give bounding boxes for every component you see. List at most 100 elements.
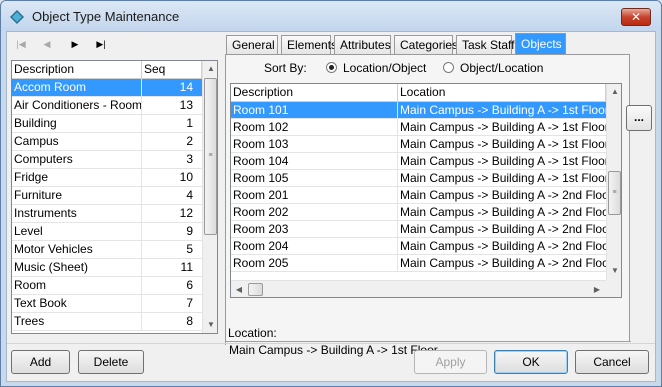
object-description: Room 101 bbox=[231, 102, 398, 118]
table-row[interactable]: Fridge 10 bbox=[12, 169, 202, 187]
ellipsis-button[interactable]: ... bbox=[626, 105, 652, 131]
sort-option-label: Object/Location bbox=[460, 61, 544, 75]
object-type-list-header: Description Seq bbox=[12, 61, 202, 79]
app-icon bbox=[10, 10, 24, 24]
object-type-seq: 7 bbox=[186, 296, 193, 310]
tab-categories[interactable]: Categories bbox=[394, 35, 458, 55]
object-type-description: Level bbox=[12, 223, 142, 240]
table-row[interactable]: Room 102 Main Campus -> Building A -> 1st… bbox=[231, 119, 606, 136]
object-type-description: Furniture bbox=[12, 187, 142, 204]
apply-button[interactable]: Apply bbox=[414, 350, 487, 374]
table-row[interactable]: Furniture 4 bbox=[12, 187, 202, 205]
prev-record-button[interactable]: ◀ bbox=[39, 36, 55, 52]
scroll-down-arrow-icon[interactable]: ▼ bbox=[203, 317, 217, 333]
divider bbox=[7, 343, 655, 344]
object-type-description: Building bbox=[12, 115, 142, 132]
scroll-thumb[interactable]: ≡ bbox=[204, 78, 217, 235]
object-type-maintenance-window: Object Type Maintenance ✕ |◀ ◀ ▶ ▶| Desc… bbox=[0, 0, 662, 387]
scroll-up-arrow-icon[interactable]: ▲ bbox=[203, 61, 217, 77]
object-type-description: Accom Room bbox=[12, 79, 142, 96]
location-label: Location: bbox=[228, 326, 277, 340]
table-row[interactable]: Room 104 Main Campus -> Building A -> 1st… bbox=[231, 153, 606, 170]
object-location: Main Campus -> Building A -> 1st Floor bbox=[400, 137, 606, 151]
next-record-icon: ▶ bbox=[71, 39, 79, 49]
column-header-description[interactable]: Description bbox=[231, 84, 398, 102]
tab-attributes[interactable]: Attributes bbox=[334, 35, 391, 55]
table-row[interactable]: Text Book 7 bbox=[12, 295, 202, 313]
object-type-description: Music (Sheet) bbox=[12, 259, 142, 276]
table-row[interactable]: Level 9 bbox=[12, 223, 202, 241]
object-location: Main Campus -> Building A -> 2nd Floor bbox=[400, 239, 606, 253]
object-location: Main Campus -> Building A -> 1st Floor bbox=[400, 154, 606, 168]
scroll-left-arrow-icon[interactable]: ◀ bbox=[231, 281, 247, 297]
object-type-list-vscroll[interactable]: ▲ ≡ ▼ bbox=[202, 61, 217, 333]
close-button[interactable]: ✕ bbox=[621, 8, 651, 26]
object-type-seq: 10 bbox=[179, 170, 193, 184]
column-header-location[interactable]: Location bbox=[398, 84, 606, 102]
delete-button[interactable]: Delete bbox=[78, 350, 144, 374]
grip-icon: ≡ bbox=[612, 189, 617, 196]
add-button[interactable]: Add bbox=[11, 350, 70, 374]
table-row[interactable]: Instruments 12 bbox=[12, 205, 202, 223]
tab-general[interactable]: General bbox=[226, 35, 278, 55]
object-type-seq: 14 bbox=[179, 80, 193, 94]
scroll-thumb[interactable] bbox=[248, 283, 263, 296]
object-type-description: Instruments bbox=[12, 205, 142, 222]
radio-checked-icon bbox=[326, 62, 337, 73]
table-row[interactable]: Accom Room 14 bbox=[12, 79, 202, 97]
table-row[interactable]: Room 203 Main Campus -> Building A -> 2nd… bbox=[231, 221, 606, 238]
object-type-seq: 11 bbox=[180, 260, 193, 274]
table-row[interactable]: Room 101 Main Campus -> Building A -> 1st… bbox=[231, 102, 606, 119]
scroll-right-arrow-icon[interactable]: ▶ bbox=[589, 281, 605, 297]
scroll-up-arrow-icon[interactable]: ▲ bbox=[607, 84, 621, 100]
prev-record-icon: ◀ bbox=[43, 39, 51, 49]
table-row[interactable]: Room 201 Main Campus -> Building A -> 2nd… bbox=[231, 187, 606, 204]
table-row[interactable]: Campus 2 bbox=[12, 133, 202, 151]
object-description: Room 201 bbox=[231, 187, 398, 203]
object-type-seq: 1 bbox=[186, 116, 193, 130]
column-header-description[interactable]: Description bbox=[12, 61, 142, 79]
table-row[interactable]: Room 205 Main Campus -> Building A -> 2nd… bbox=[231, 255, 606, 272]
object-description: Room 202 bbox=[231, 204, 398, 220]
ok-button[interactable]: OK bbox=[494, 350, 568, 374]
table-row[interactable]: Trees 8 bbox=[12, 313, 202, 331]
cancel-button[interactable]: Cancel bbox=[575, 350, 649, 374]
table-row[interactable]: Music (Sheet) 11 bbox=[12, 259, 202, 277]
sort-option-label: Location/Object bbox=[343, 61, 427, 75]
tab-task-staff[interactable]: Task Staff bbox=[456, 35, 514, 55]
first-record-button[interactable]: |◀ bbox=[13, 36, 29, 52]
table-row[interactable]: Motor Vehicles 5 bbox=[12, 241, 202, 259]
column-header-seq[interactable]: Seq bbox=[142, 61, 202, 79]
objects-grid-vscroll[interactable]: ▲ ≡ ▼ bbox=[606, 84, 621, 280]
scroll-down-arrow-icon[interactable]: ▼ bbox=[607, 263, 621, 279]
table-row[interactable]: Air Conditioners - Room 13 bbox=[12, 97, 202, 115]
object-type-description: Computers bbox=[12, 151, 142, 168]
table-row[interactable]: Room 6 bbox=[12, 277, 202, 295]
table-row[interactable]: Room 105 Main Campus -> Building A -> 1st… bbox=[231, 170, 606, 187]
table-row[interactable]: Room 103 Main Campus -> Building A -> 1st… bbox=[231, 136, 606, 153]
tab-elements[interactable]: Elements bbox=[281, 35, 337, 55]
object-type-description: Air Conditioners - Room bbox=[14, 97, 142, 114]
object-description: Room 205 bbox=[231, 255, 398, 271]
table-row[interactable]: Room 204 Main Campus -> Building A -> 2nd… bbox=[231, 238, 606, 255]
object-description: Room 102 bbox=[231, 119, 398, 135]
objects-grid-header: Description Location bbox=[231, 84, 606, 102]
object-location: Main Campus -> Building A -> 2nd Floor bbox=[400, 256, 606, 270]
scroll-thumb[interactable]: ≡ bbox=[608, 171, 621, 215]
object-type-list: Description Seq Accom Room 14 Air Conditio… bbox=[11, 60, 218, 334]
table-row[interactable]: Computers 3 bbox=[12, 151, 202, 169]
client-area: |◀ ◀ ▶ ▶| Description Seq Accom Room 14 Ai… bbox=[6, 31, 656, 382]
table-row[interactable]: Building 1 bbox=[12, 115, 202, 133]
table-row[interactable]: Room 202 Main Campus -> Building A -> 2nd… bbox=[231, 204, 606, 221]
next-record-button[interactable]: ▶ bbox=[67, 36, 83, 52]
objects-grid-hscroll[interactable]: ◀ ▶ bbox=[231, 280, 606, 297]
object-description: Room 104 bbox=[231, 153, 398, 169]
object-description: Room 103 bbox=[231, 136, 398, 152]
last-record-icon: ▶| bbox=[96, 39, 106, 49]
object-type-description: Fridge bbox=[12, 169, 142, 186]
tab-objects[interactable]: Objects bbox=[515, 33, 566, 55]
title-bar: Object Type Maintenance ✕ bbox=[1, 1, 661, 31]
object-type-seq: 5 bbox=[186, 242, 193, 256]
close-icon: ✕ bbox=[630, 10, 642, 24]
last-record-button[interactable]: ▶| bbox=[93, 36, 109, 52]
